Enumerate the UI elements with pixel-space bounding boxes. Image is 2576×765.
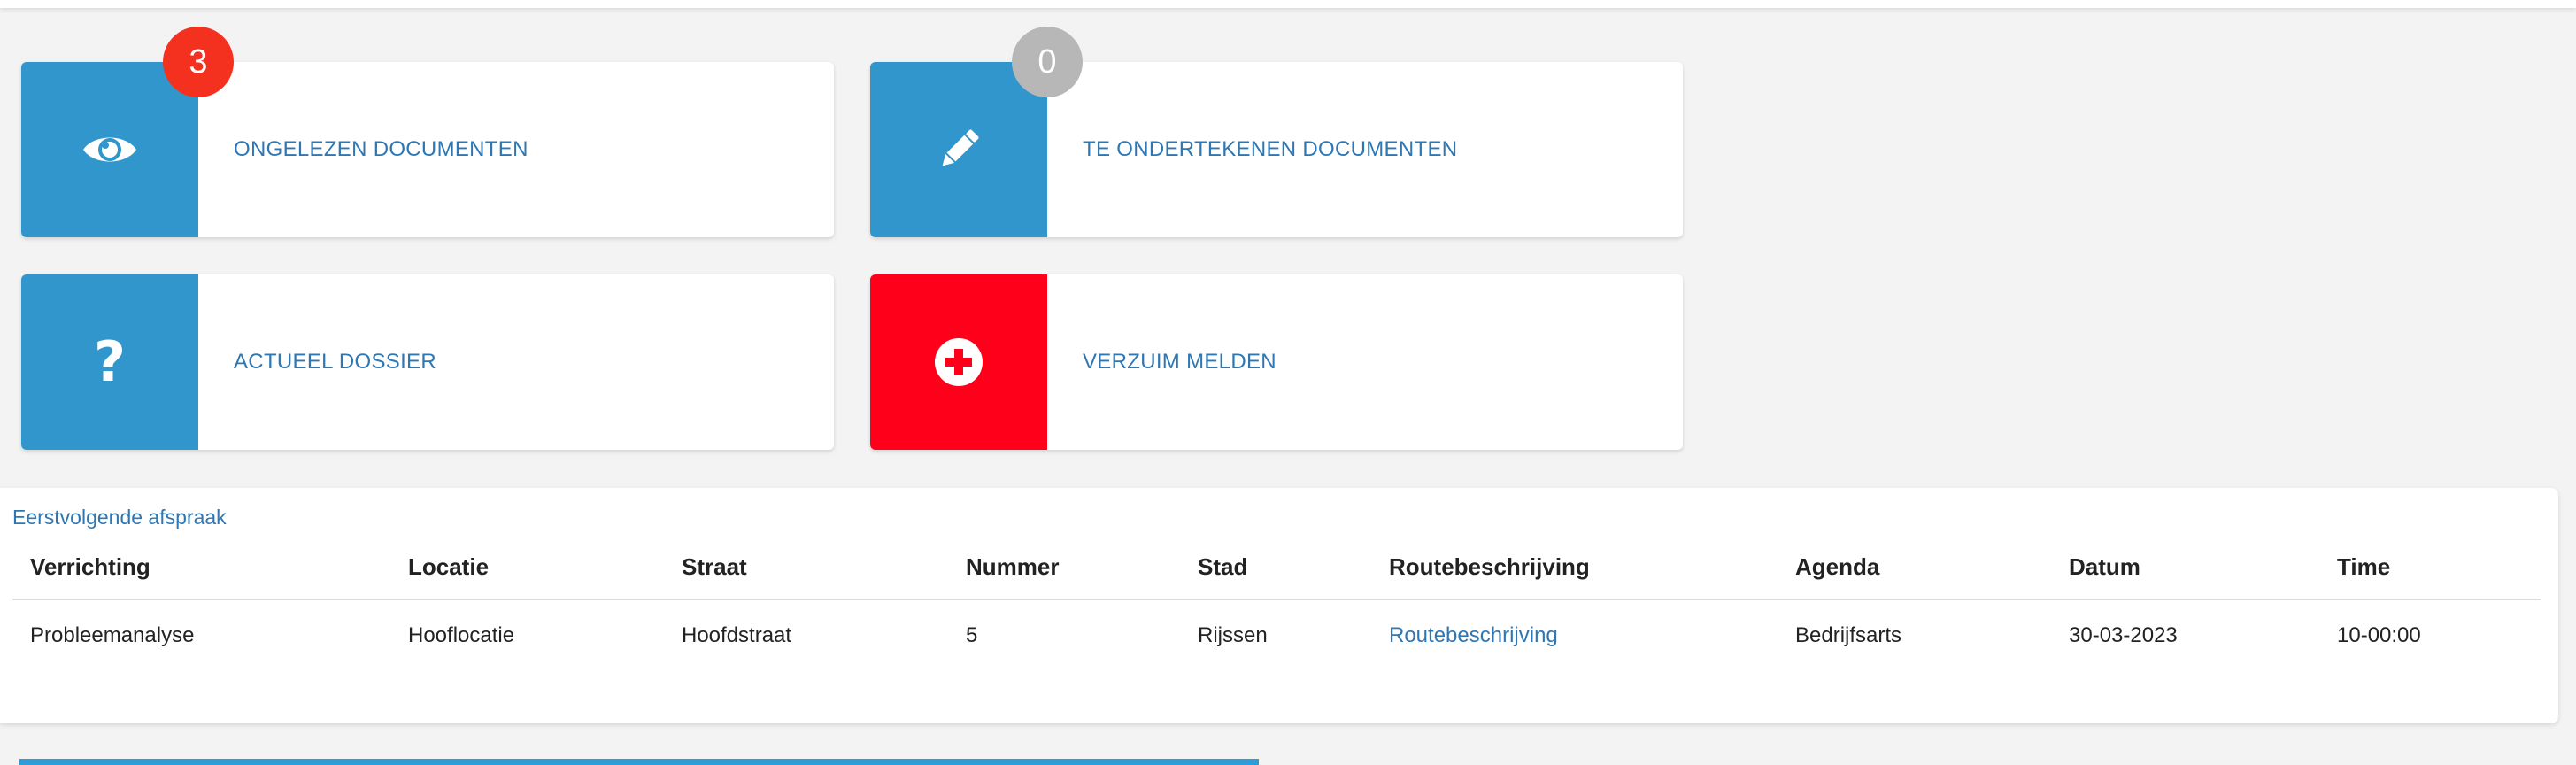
tile-unread-label: ONGELEZEN DOCUMENTEN xyxy=(234,137,528,161)
eye-icon xyxy=(83,137,136,162)
tile-dossier-label: ACTUEEL DOSSIER xyxy=(234,350,436,374)
tile-current-dossier[interactable]: ? ACTUEEL DOSSIER xyxy=(21,274,834,450)
route-directions-link[interactable]: Routebeschrijving xyxy=(1389,623,1558,648)
column-header-datum: Datum xyxy=(2069,553,2140,580)
cell-agenda: Bedrijfsarts xyxy=(1795,623,1902,647)
cell-time: 10-00:00 xyxy=(2337,623,2421,647)
column-header-verrichting: Verrichting xyxy=(30,553,150,580)
cell-straat: Hoofdstraat xyxy=(682,623,792,647)
cell-verrichting: Probleemanalyse xyxy=(30,623,195,647)
tile-report-absence[interactable]: VERZUIM MELDEN xyxy=(870,274,1683,450)
tile-absence-icon-box xyxy=(870,274,1047,450)
tile-sign-documents[interactable]: TE ONDERTEKENEN DOCUMENTEN 0 xyxy=(870,27,1683,237)
column-header-agenda: Agenda xyxy=(1795,553,1880,580)
cell-nummer: 5 xyxy=(966,623,978,647)
tile-absence-label: VERZUIM MELDEN xyxy=(1083,350,1276,374)
column-header-stad: Stad xyxy=(1198,553,1248,580)
column-header-routebeschrijving: Routebeschrijving xyxy=(1389,553,1590,580)
table-header-divider xyxy=(12,599,2541,600)
column-header-time: Time xyxy=(2337,553,2391,580)
plus-circle-icon xyxy=(935,338,983,386)
tile-sign-label: TE ONDERTEKENEN DOCUMENTEN xyxy=(1083,137,1458,161)
next-appointment-card: Eerstvolgende afspraak Verrichting Locat… xyxy=(0,488,2558,723)
column-header-nummer: Nummer xyxy=(966,553,1060,580)
next-appointment-title: Eerstvolgende afspraak xyxy=(12,506,227,529)
pencil-icon xyxy=(942,129,979,166)
question-icon: ? xyxy=(94,329,126,394)
unread-count-badge: 3 xyxy=(163,27,234,97)
column-header-straat: Straat xyxy=(682,553,747,580)
bottom-progress-bar xyxy=(19,759,1259,765)
cell-datum: 30-03-2023 xyxy=(2069,623,2178,647)
tile-unread-documents[interactable]: ONGELEZEN DOCUMENTEN 3 xyxy=(21,27,834,237)
sign-count-badge: 0 xyxy=(1012,27,1083,97)
cell-locatie: Hooflocatie xyxy=(408,623,515,647)
top-header-bar xyxy=(0,0,2576,8)
tile-dossier-icon-box: ? xyxy=(21,274,198,450)
tile-sign-icon-box xyxy=(870,62,1047,237)
tile-unread-icon-box xyxy=(21,62,198,237)
column-header-locatie: Locatie xyxy=(408,553,490,580)
cell-stad: Rijssen xyxy=(1198,623,1268,647)
